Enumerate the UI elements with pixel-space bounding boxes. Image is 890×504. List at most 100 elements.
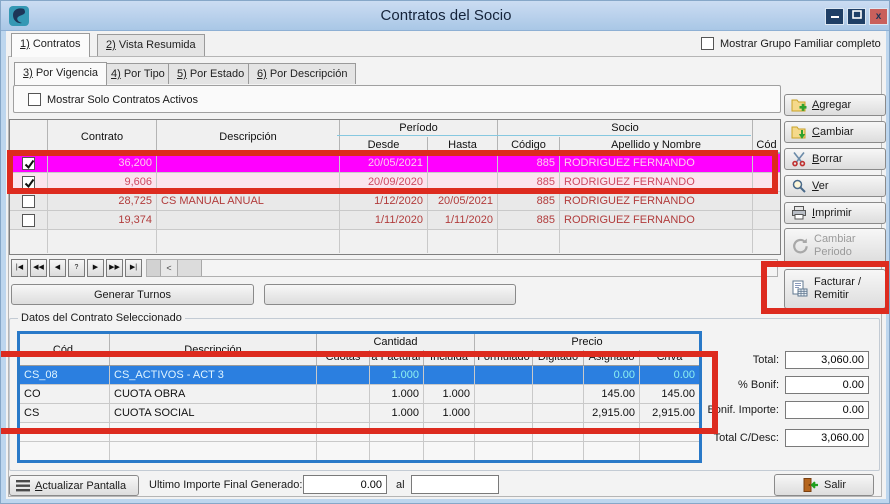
row-checkbox[interactable] <box>22 157 35 170</box>
tab-vista-resumida[interactable]: 2) Vista Resumida <box>97 34 205 56</box>
cell-c-iva: 2,915.00 <box>640 404 699 422</box>
total-desc-field[interactable]: 3,060.00 <box>785 429 869 447</box>
bonif-importe-field[interactable]: 0.00 <box>785 401 869 419</box>
contract-row[interactable]: 28,725 CS MANUAL ANUAL 1/12/2020 20/05/2… <box>10 192 780 211</box>
nav-next-button[interactable]: ▶ <box>87 259 104 277</box>
header-desde[interactable]: Desde <box>340 137 428 154</box>
grupo-familiar-checkbox[interactable]: Mostrar Grupo Familiar completo <box>701 37 881 50</box>
detail-row[interactable]: CS_08 CS_ACTIVOS - ACT 3 1.000 0.00 0.00 <box>20 366 699 385</box>
subtab-por-descripcion[interactable]: 6) Por Descripción <box>248 63 356 84</box>
cell-a-facturar: 1.000 <box>370 404 424 422</box>
cell-digitado <box>533 385 584 403</box>
scrollbar-left-arrow[interactable]: < <box>160 260 178 276</box>
header-hasta[interactable]: Hasta <box>428 137 498 154</box>
scrollbar-page-left[interactable] <box>147 260 160 276</box>
empty-row <box>20 423 699 442</box>
detail-header-formulado[interactable]: Formulado <box>475 350 533 366</box>
blank-button[interactable] <box>264 284 516 305</box>
generar-turnos-button[interactable]: Generar Turnos <box>11 284 254 305</box>
checkbox-box[interactable] <box>701 37 714 50</box>
detail-header-cuotas[interactable]: Cuotas <box>317 350 370 366</box>
detail-header-digitado[interactable]: Digitado <box>533 350 584 366</box>
header-codigo[interactable]: Código <box>498 137 560 154</box>
invoice-icon <box>791 280 809 298</box>
bonif-pct-field[interactable]: 0.00 <box>785 376 869 394</box>
detail-row[interactable]: CS CUOTA SOCIAL 1.000 1.000 2,915.00 2,9… <box>20 404 699 423</box>
detail-header-a-facturar[interactable]: a Facturar <box>370 350 424 366</box>
filter-panel: Mostrar Solo Contratos Activos <box>13 85 781 113</box>
salir-button[interactable]: Salir <box>774 474 874 496</box>
row-checkbox[interactable] <box>22 214 35 227</box>
cell-hasta <box>428 173 498 191</box>
header-checkbox-col <box>10 120 48 153</box>
nav-first-button[interactable]: |◀ <box>11 259 28 277</box>
imprimir-button[interactable]: Imprimir <box>784 202 886 224</box>
detail-header-incluida[interactable]: Incluida <box>424 350 475 366</box>
ver-button[interactable]: Ver <box>784 175 886 197</box>
cell-digitado <box>533 366 584 384</box>
list-icon <box>16 480 30 492</box>
detail-row[interactable]: CO CUOTA OBRA 1.000 1.000 145.00 145.00 <box>20 385 699 404</box>
minimize-button[interactable] <box>825 8 844 25</box>
ultimo-importe-label: Ultimo Importe Final Generado: <box>149 479 302 491</box>
empty-row <box>10 230 780 253</box>
cell-cuotas <box>317 385 370 403</box>
checkbox-box[interactable] <box>28 93 41 106</box>
detail-table: Cód. Descripción Cantidad Cuotas a Factu… <box>17 331 702 463</box>
total-field[interactable]: 3,060.00 <box>785 351 869 369</box>
cell-descripcion: CUOTA SOCIAL <box>110 404 317 422</box>
cell-apellido: RODRIGUEZ FERNANDO <box>560 211 753 229</box>
subtab-por-estado[interactable]: 5) Por Estado <box>168 63 253 84</box>
contract-row[interactable]: 19,374 1/11/2020 1/11/2020 885 RODRIGUEZ… <box>10 211 780 230</box>
cell-codigo: 885 <box>498 211 560 229</box>
row-checkbox[interactable] <box>22 195 35 208</box>
subtab-por-vigencia[interactable]: 3) Por Vigencia <box>14 62 107 85</box>
al-field[interactable] <box>411 475 499 494</box>
cell-digitado <box>533 404 584 422</box>
detail-header-descripcion[interactable]: Descripción <box>110 334 317 365</box>
cell-incluida: 1.000 <box>424 385 475 403</box>
close-button[interactable]: x <box>869 8 888 25</box>
scrollbar-thumb[interactable] <box>178 260 202 276</box>
detail-header-c-iva[interactable]: C/Iva <box>640 350 699 366</box>
cambiar-button[interactable]: Cambiar <box>784 121 886 143</box>
cell-hasta: 1/11/2020 <box>428 211 498 229</box>
subheader-underline <box>337 152 780 153</box>
cell-c-iva: 0.00 <box>640 366 699 384</box>
header-contrato[interactable]: Contrato <box>48 120 157 153</box>
contract-row[interactable]: 9,606 20/09/2020 885 RODRIGUEZ FERNANDO <box>10 173 780 192</box>
header-cod[interactable]: Cód <box>753 137 780 153</box>
facturar-remitir-button[interactable]: Facturar / Remitir <box>784 269 886 309</box>
header-apellido[interactable]: Apellido y Nombre <box>560 137 753 154</box>
cell-cuotas <box>317 366 370 384</box>
nav-next-page-button[interactable]: ▶▶ <box>106 259 123 277</box>
nav-refresh-button[interactable]: ? <box>68 259 85 277</box>
actualizar-pantalla-button[interactable]: Actualizar Pantalla <box>9 475 139 496</box>
solo-activos-checkbox[interactable]: Mostrar Solo Contratos Activos <box>28 93 198 106</box>
nav-last-button[interactable]: ▶| <box>125 259 142 277</box>
cell-asignado: 145.00 <box>584 385 640 403</box>
detail-header-cod[interactable]: Cód. <box>20 334 110 365</box>
borrar-button[interactable]: Borrar <box>784 148 886 170</box>
record-navigator: |◀ ◀◀ ◀ ? ▶ ▶▶ ▶| <box>11 259 142 277</box>
row-checkbox[interactable] <box>22 176 35 189</box>
maximize-button[interactable] <box>847 8 866 25</box>
horizontal-scrollbar[interactable]: < <box>146 259 778 277</box>
detail-header-asignado[interactable]: Asignado <box>584 350 640 366</box>
cell-descripcion <box>157 211 340 229</box>
subtab-por-tipo[interactable]: 4) Por Tipo <box>102 63 174 84</box>
periodo-socio-underline <box>337 135 751 136</box>
exit-door-icon <box>802 477 819 493</box>
folder-edit-icon <box>791 124 807 140</box>
cell-descripcion: CS_ACTIVOS - ACT 3 <box>110 366 317 384</box>
header-descripcion[interactable]: Descripción <box>157 120 340 153</box>
cell-codigo: 885 <box>498 154 560 172</box>
cell-c-iva: 145.00 <box>640 385 699 403</box>
tab-contratos[interactable]: 1) Contratos <box>11 33 90 57</box>
agregar-button[interactable]: Agregar <box>784 94 886 116</box>
contract-row[interactable]: 36,200 20/05/2021 885 RODRIGUEZ FERNANDO <box>10 154 780 173</box>
cambiar-periodo-button[interactable]: Cambiar Periodo <box>784 228 886 264</box>
nav-prior-page-button[interactable]: ◀◀ <box>30 259 47 277</box>
nav-prior-button[interactable]: ◀ <box>49 259 66 277</box>
ultimo-importe-field[interactable]: 0.00 <box>303 475 387 494</box>
